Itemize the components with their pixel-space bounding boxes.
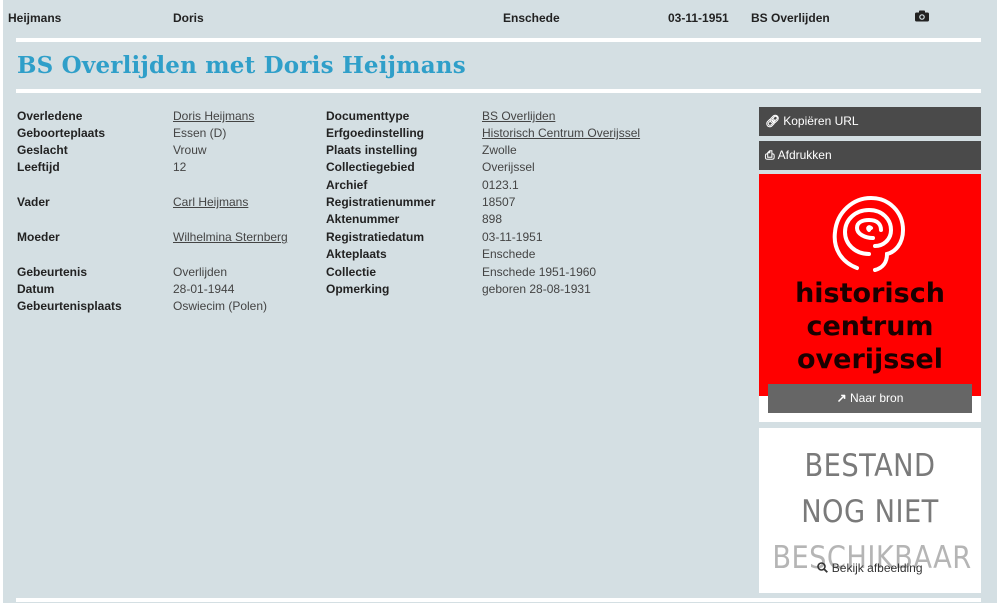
person-label: Geslacht — [17, 143, 68, 157]
external-link-icon: ↗ — [836, 391, 847, 405]
logo-line-2: centrum — [806, 311, 934, 342]
naar-bron-label: Naar bron — [850, 391, 904, 405]
person-value: Vrouw — [173, 143, 207, 157]
archive-logo-card: historisch centrum overijssel ↗ Naar bro… — [759, 174, 981, 422]
document-label: Opmerking — [326, 282, 390, 296]
summary-row[interactable]: Heijmans Doris Enschede 03-11-1951 BS Ov… — [0, 0, 1000, 34]
person-label: Gebeurtenis — [17, 265, 88, 279]
document-value: Enschede — [482, 247, 536, 261]
view-image-link[interactable]: Bekijk afbeelding — [759, 561, 981, 575]
document-value: Enschede 1951-1960 — [482, 265, 597, 279]
document-label: Akteplaats — [326, 247, 387, 261]
person-label: Overledene — [17, 109, 83, 123]
spiral-head-icon — [832, 195, 906, 272]
institution-link[interactable]: Historisch Centrum Overijssel — [482, 126, 640, 140]
summary-place: Enschede — [503, 11, 560, 25]
document-label: Documenttype — [326, 109, 410, 123]
document-label: Collectie — [326, 265, 377, 279]
summary-firstname: Doris — [173, 11, 204, 25]
person-label: Vader — [17, 195, 50, 209]
person-value: Overlijden — [173, 265, 228, 279]
preview-line-1: BESTAND — [804, 448, 936, 484]
copy-url-label: Kopiëren URL — [783, 114, 859, 128]
divider-title — [16, 89, 981, 93]
document-value: 18507 — [482, 195, 516, 209]
document-label: Archief — [326, 178, 368, 192]
search-icon — [817, 562, 829, 573]
person-deceased-link[interactable]: Doris Heijmans — [173, 109, 254, 123]
person-label: Moeder — [17, 230, 60, 244]
person-value: Oswiecim (Polen) — [173, 299, 268, 313]
document-value: Overijssel — [482, 160, 535, 174]
person-value: Essen (D) — [173, 126, 227, 140]
person-value: 28-01-1944 — [173, 282, 235, 296]
document-label: Registratienummer — [326, 195, 436, 209]
person-label: Gebeurtenisplaats — [17, 299, 122, 313]
document-type-link[interactable]: BS Overlijden — [482, 109, 555, 123]
divider-bottom — [16, 598, 981, 602]
image-preview[interactable]: BESTAND NOG NIET BESCHIKBAAR Bekijk afbe… — [759, 428, 981, 593]
print-label: Afdrukken — [777, 148, 832, 162]
print-button[interactable]: ⎙ Afdrukken — [759, 141, 981, 170]
summary-date: 03-11-1951 — [668, 11, 729, 25]
view-image-label: Bekijk afbeelding — [831, 561, 923, 575]
document-value: 898 — [482, 212, 503, 226]
copy-url-button[interactable]: 🔗︎ Kopiëren URL — [759, 107, 981, 136]
document-label: Registratiedatum — [326, 230, 425, 244]
document-label: Aktenummer — [326, 212, 400, 226]
document-label: Plaats instelling — [326, 143, 418, 157]
link-icon: 🔗︎ — [765, 114, 781, 128]
person-label: Geboorteplaats — [17, 126, 106, 140]
archive-logo: historisch centrum overijssel — [759, 174, 981, 396]
summary-surname: Heijmans — [8, 11, 62, 25]
document-value: 03-11-1951 — [482, 230, 543, 244]
person-label: Leeftijd — [17, 160, 60, 174]
naar-bron-button[interactable]: ↗ Naar bron — [768, 384, 972, 413]
document-value: geboren 28-08-1931 — [482, 282, 591, 296]
print-icon: ⎙ — [765, 148, 775, 162]
page-title: BS Overlijden met Doris Heijmans — [17, 52, 466, 79]
document-label: Erfgoedinstelling — [326, 126, 425, 140]
person-father-link[interactable]: Carl Heijmans — [173, 195, 248, 209]
logo-line-3: overijssel — [797, 344, 943, 375]
document-value: Zwolle — [482, 143, 517, 157]
person-value: 12 — [173, 160, 187, 174]
divider-top — [16, 38, 981, 42]
preview-line-2: NOG NIET — [801, 494, 939, 530]
document-label: Collectiegebied — [326, 160, 415, 174]
document-value: 0123.1 — [482, 178, 519, 192]
summary-source-type: BS Overlijden — [751, 11, 830, 25]
logo-line-1: historisch — [795, 278, 945, 309]
person-mother-link[interactable]: Wilhelmina Sternberg — [173, 230, 288, 244]
camera-icon[interactable] — [915, 10, 929, 22]
person-label: Datum — [17, 282, 55, 296]
